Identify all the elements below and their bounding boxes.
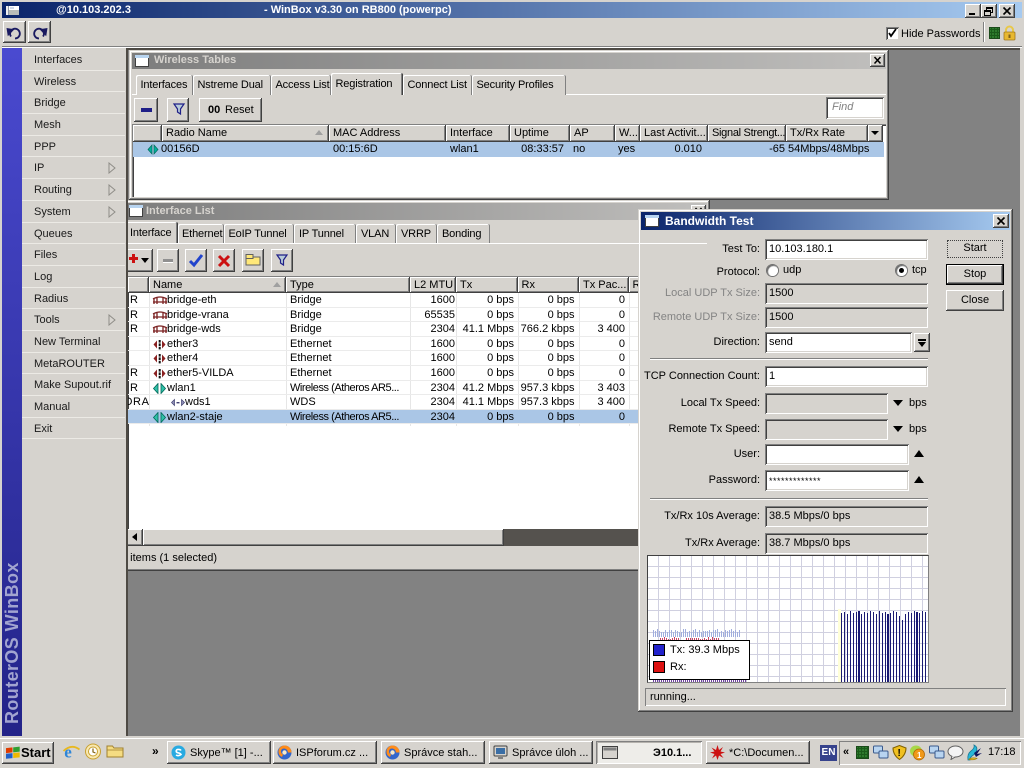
svg-text:!: ! <box>898 748 901 759</box>
svg-text:1: 1 <box>917 751 922 760</box>
svg-text:e: e <box>64 743 72 762</box>
